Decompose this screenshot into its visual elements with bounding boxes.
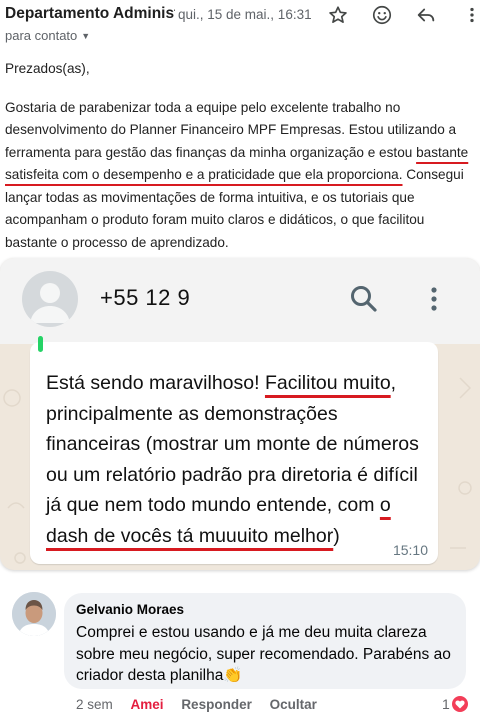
message-time: 15:10 [392, 542, 428, 558]
heart-icon [451, 696, 468, 712]
comment-text: Comprei e estou usando e já me deu muita… [76, 624, 451, 684]
email-body: Prezados(as), Gostaria de parabenizar to… [5, 58, 475, 254]
reaction-count: 1 [442, 696, 450, 712]
whatsapp-screenshot: +55 12 9 Está sendo maravilhoso! Facilit… [0, 258, 480, 570]
chat-header: +55 12 9 [0, 258, 480, 344]
reply-icon[interactable] [415, 4, 437, 26]
email-paragraph: Gostaria de parabenizar toda a equipe pe… [5, 97, 475, 255]
email-greeting: Prezados(as), [5, 61, 90, 76]
comment-time[interactable]: 2 sem [76, 697, 113, 712]
commenter-avatar[interactable] [12, 592, 56, 636]
comment-actions: 2 sem Amei Responder Ocultar [76, 697, 331, 712]
comment-bubble: Gelvanio Moraes Comprei e estou usando e… [64, 593, 466, 689]
sender-name[interactable]: Departamento Administrativo [5, 5, 175, 23]
more-vert-icon[interactable] [461, 4, 480, 26]
email-date: qui., 15 de mai., 16:31 [178, 7, 312, 22]
caret-down-icon: ▼ [81, 31, 91, 41]
person-icon [30, 283, 70, 323]
love-reaction-button[interactable]: Amei [131, 697, 164, 712]
email-text: Gostaria de parabenizar toda a equipe pe… [5, 99, 457, 160]
more-vert-icon[interactable] [424, 284, 444, 314]
message-text-part: Está sendo maravilhoso! [46, 372, 265, 394]
message-text-part: ) [333, 524, 340, 547]
smile-icon[interactable] [371, 4, 393, 26]
commenter-name[interactable]: Gelvanio Moraes [76, 602, 184, 617]
search-icon[interactable] [349, 284, 379, 314]
recipient-dropdown[interactable]: para contato ▼ [5, 28, 90, 43]
hide-button[interactable]: Ocultar [270, 697, 317, 712]
reply-button[interactable]: Responder [181, 697, 252, 712]
message-text: Está sendo maravilhoso! Facilitou muito,… [46, 368, 426, 551]
star-icon[interactable] [327, 4, 349, 26]
contact-phone[interactable]: +55 12 9 [100, 285, 190, 311]
message-bubble: Está sendo maravilhoso! Facilitou muito,… [30, 336, 438, 564]
contact-avatar[interactable] [22, 271, 78, 327]
reaction-summary[interactable]: 1 [442, 694, 468, 714]
quote-bar [38, 336, 43, 352]
profile-photo [12, 592, 56, 636]
email-header: Departamento Administrativo qui., 15 de … [0, 0, 480, 50]
message-highlight: Facilitou muito [264, 372, 391, 394]
recipient-label: para contato [5, 28, 78, 43]
